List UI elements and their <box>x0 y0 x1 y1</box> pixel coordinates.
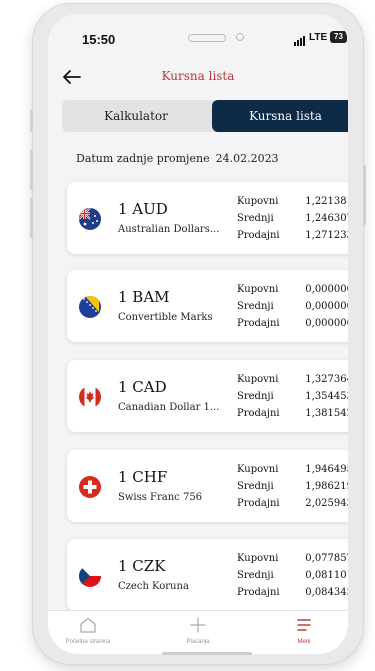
rate-table: Kupovni 1,946495 Srednji 1,986219 Prodajni… <box>237 461 348 512</box>
nav-label: Početna stranica <box>65 639 111 645</box>
flag-czech-icon <box>79 565 101 587</box>
sell-label: Prodajni <box>237 587 280 598</box>
mid-label: Srednji <box>237 481 274 492</box>
app-screen: 15:50 LTE 73 Kursna lista Kalkulator Kur… <box>48 14 348 654</box>
mid-value: 0,000000 <box>305 301 348 312</box>
sell-value: 0,000000 <box>305 318 348 329</box>
buy-label: Kupovni <box>237 553 279 564</box>
rate-table: Kupovni 0,077857 Srednji 0,081101 Prodajni… <box>237 550 348 601</box>
mid-label: Srednji <box>237 301 274 312</box>
currency-name: Convertible Marks <box>118 312 213 323</box>
segmented-control: Kalkulator Kursna lista <box>62 100 348 132</box>
currency-card-bam[interactable]: 1 BAM Convertible Marks Kupovni 0,000000 … <box>67 270 348 342</box>
currency-name: Swiss Franc 756 <box>118 492 203 503</box>
status-bar: 15:50 LTE 73 <box>48 14 348 54</box>
nav-label: Plaćanja <box>186 639 210 645</box>
currency-card-chf[interactable]: 1 CHF Swiss Franc 756 Kupovni 1,946495 Sr… <box>67 450 348 522</box>
flag-australia-icon <box>79 208 101 230</box>
volume-down-button <box>30 198 33 238</box>
mid-value: 1,246307 <box>305 213 348 224</box>
currency-code: 1 CZK <box>118 557 166 575</box>
currency-card-cad[interactable]: 1 CAD Canadian Dollar 1... Kupovni 1,3273… <box>67 360 348 432</box>
currency-name: Czech Koruna <box>118 581 189 592</box>
currency-code: 1 CAD <box>118 378 167 396</box>
sell-value: 2,025943 <box>305 498 348 509</box>
menu-icon <box>297 619 311 631</box>
plus-icon <box>190 617 206 633</box>
sell-value: 0,084345 <box>305 587 348 598</box>
mute-switch <box>30 110 33 132</box>
tab-kalkulator[interactable]: Kalkulator <box>62 100 210 132</box>
currency-name: Australian Dollars... <box>118 224 220 235</box>
sell-label: Prodajni <box>237 408 280 419</box>
sell-label: Prodajni <box>237 498 280 509</box>
bottom-navigation: Početna stranica Plaćanja Meni <box>48 610 348 654</box>
speaker-grille <box>188 34 226 42</box>
mid-value: 1,986219 <box>305 481 348 492</box>
buy-value: 0,077857 <box>305 553 348 564</box>
signal-icon <box>294 36 305 46</box>
sell-value: 1,381542 <box>305 408 348 419</box>
buy-label: Kupovni <box>237 284 279 295</box>
currency-code: 1 CHF <box>118 468 168 486</box>
sell-value: 1,271233 <box>305 230 348 241</box>
buy-label: Kupovni <box>237 374 279 385</box>
sell-label: Prodajni <box>237 230 280 241</box>
front-camera <box>236 33 244 41</box>
buy-value: 1,221381 <box>305 196 348 207</box>
rate-table: Kupovni 1,327364 Srednji 1,354453 Prodajni… <box>237 371 348 422</box>
buy-value: 0,000000 <box>305 284 348 295</box>
battery-icon: 73 <box>330 31 347 43</box>
nav-label: Meni <box>297 639 311 645</box>
nav-item-menu[interactable]: Meni <box>264 617 344 645</box>
flag-switzerland-icon <box>79 476 101 498</box>
buy-value: 1,946495 <box>305 464 348 475</box>
rate-table: Kupovni 1,221381 Srednji 1,246307 Prodajni… <box>237 193 348 244</box>
buy-label: Kupovni <box>237 464 279 475</box>
currency-name: Canadian Dollar 1... <box>118 402 220 413</box>
mid-value: 0,081101 <box>305 570 348 581</box>
currency-code: 1 AUD <box>118 200 168 218</box>
last-change-date: Datum zadnje promjene 24.02.2023 <box>76 152 279 165</box>
page-title: Kursna lista <box>161 69 235 83</box>
currency-card-aud[interactable]: 1 AUD Australian Dollars... Kupovni 1,221… <box>67 182 348 254</box>
rate-table: Kupovni 0,000000 Srednji 0,000000 Prodajni… <box>237 281 348 332</box>
currency-card-czk[interactable]: 1 CZK Czech Koruna Kupovni 0,077857 Sredn… <box>67 539 348 611</box>
flag-bosnia-icon <box>79 296 101 318</box>
buy-value: 1,327364 <box>305 374 348 385</box>
page-header: Kursna lista <box>48 66 348 90</box>
power-button <box>363 165 366 225</box>
mid-value: 1,354453 <box>305 391 348 402</box>
nav-item-home[interactable]: Početna stranica <box>48 617 128 645</box>
home-icon <box>80 617 96 633</box>
tab-kursna-lista[interactable]: Kursna lista <box>212 100 348 132</box>
buy-label: Kupovni <box>237 196 279 207</box>
mid-label: Srednji <box>237 570 274 581</box>
home-indicator <box>162 652 252 655</box>
currency-code: 1 BAM <box>118 288 170 306</box>
flag-canada-icon <box>79 386 101 408</box>
volume-up-button <box>30 150 33 190</box>
mid-label: Srednji <box>237 391 274 402</box>
network-type: LTE <box>309 32 328 43</box>
status-time: 15:50 <box>82 32 116 47</box>
nav-item-payments[interactable]: Plaćanja <box>158 617 238 645</box>
mid-label: Srednji <box>237 213 274 224</box>
sell-label: Prodajni <box>237 318 280 329</box>
date-label: Datum zadnje promjene <box>76 152 210 165</box>
date-value: 24.02.2023 <box>215 152 279 165</box>
